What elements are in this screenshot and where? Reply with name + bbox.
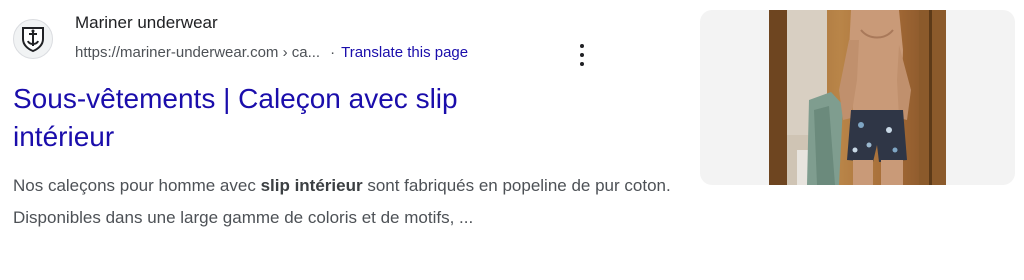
result-title-line-1: Sous-vêtements | Caleçon avec slip xyxy=(13,83,458,114)
url-line: https://mariner-underwear.com › ca... · … xyxy=(75,44,468,61)
separator-dot: · xyxy=(330,44,336,61)
snippet-highlight: slip intérieur xyxy=(260,176,363,195)
search-result: Mariner underwear https://mariner-underw… xyxy=(0,0,1024,280)
result-snippet: Nos caleçons pour homme avec slip intéri… xyxy=(13,170,673,234)
thumbnail-card xyxy=(700,10,1015,185)
result-title-line-2: intérieur xyxy=(13,121,115,152)
more-vert-icon[interactable] xyxy=(573,44,591,66)
site-name[interactable]: Mariner underwear xyxy=(75,13,218,33)
snippet-text-before: Nos caleçons pour homme avec xyxy=(13,176,261,195)
result-title-link[interactable]: Sous-vêtements | Caleçon avec slip intér… xyxy=(13,80,653,156)
result-thumbnail[interactable] xyxy=(769,10,946,185)
site-url[interactable]: https://mariner-underwear.com › ca... xyxy=(75,44,320,61)
translate-link[interactable]: Translate this page xyxy=(341,44,468,61)
shield-anchor-icon[interactable] xyxy=(13,19,53,59)
